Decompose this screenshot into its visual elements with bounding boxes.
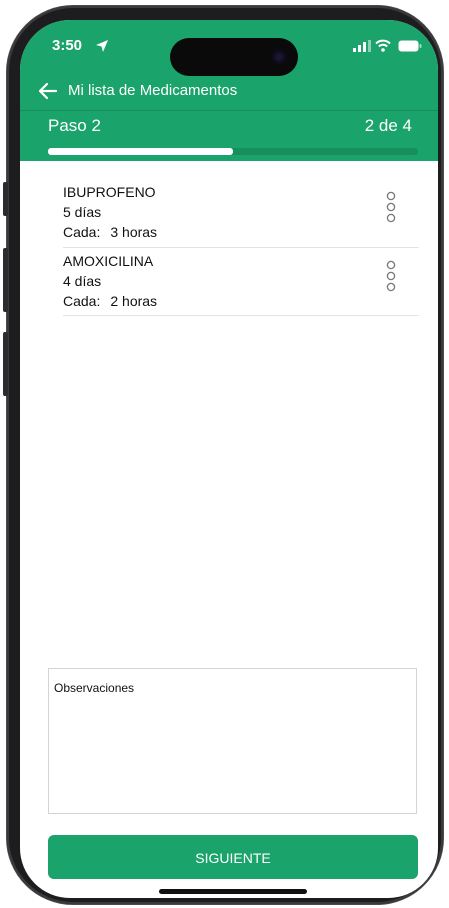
step-label: Paso 2 [48,116,101,135]
battery-icon [398,40,422,52]
medication-duration: 4 días [63,273,102,289]
frequency-label: Cada: [63,293,101,309]
cellular-signal-icon [353,40,371,52]
step-count: 2 de 4 [364,116,412,135]
wifi-icon [375,39,391,52]
next-button[interactable]: SIGUIENTE [48,835,418,879]
medication-frequency: Cada: 3 horas [63,222,419,242]
medication-item[interactable]: AMOXICILINA 4 días Cada: 2 horas [63,251,419,316]
observations-label: Observaciones [54,681,135,695]
status-time: 3:50 [52,37,83,54]
nav-bar: Mi lista de Medicamentos [20,78,438,108]
more-options-icon[interactable] [385,259,397,295]
frequency-value: 3 horas [110,224,158,240]
step-progress-fill [48,148,233,155]
back-arrow-icon[interactable] [38,81,58,101]
medication-frequency: Cada: 2 horas [63,291,419,311]
more-options-icon[interactable] [385,190,397,226]
volume-down-button [3,332,8,396]
frequency-label: Cada: [63,224,101,240]
location-arrow-icon [96,40,108,52]
app-header: 3:50 Mi lista de Medicamentos Paso 2 2 d… [20,20,438,161]
frequency-value: 2 horas [110,293,158,309]
medication-name: AMOXICILINA [63,253,154,269]
observations-textarea[interactable]: Observaciones [48,668,417,814]
dynamic-island [170,38,298,76]
step-progress-bar [48,148,418,155]
medication-name: IBUPROFENO [63,184,156,200]
camera-dot [272,50,286,64]
nav-title[interactable]: Mi lista de Medicamentos [68,82,237,99]
mute-switch [3,182,8,216]
medication-item[interactable]: IBUPROFENO 5 días Cada: 3 horas [63,182,419,248]
home-indicator[interactable] [159,889,307,894]
app-screen: 3:50 Mi lista de Medicamentos Paso 2 2 d… [20,20,438,898]
volume-up-button [3,248,8,312]
medication-duration: 5 días [63,204,102,220]
header-divider [20,110,438,111]
